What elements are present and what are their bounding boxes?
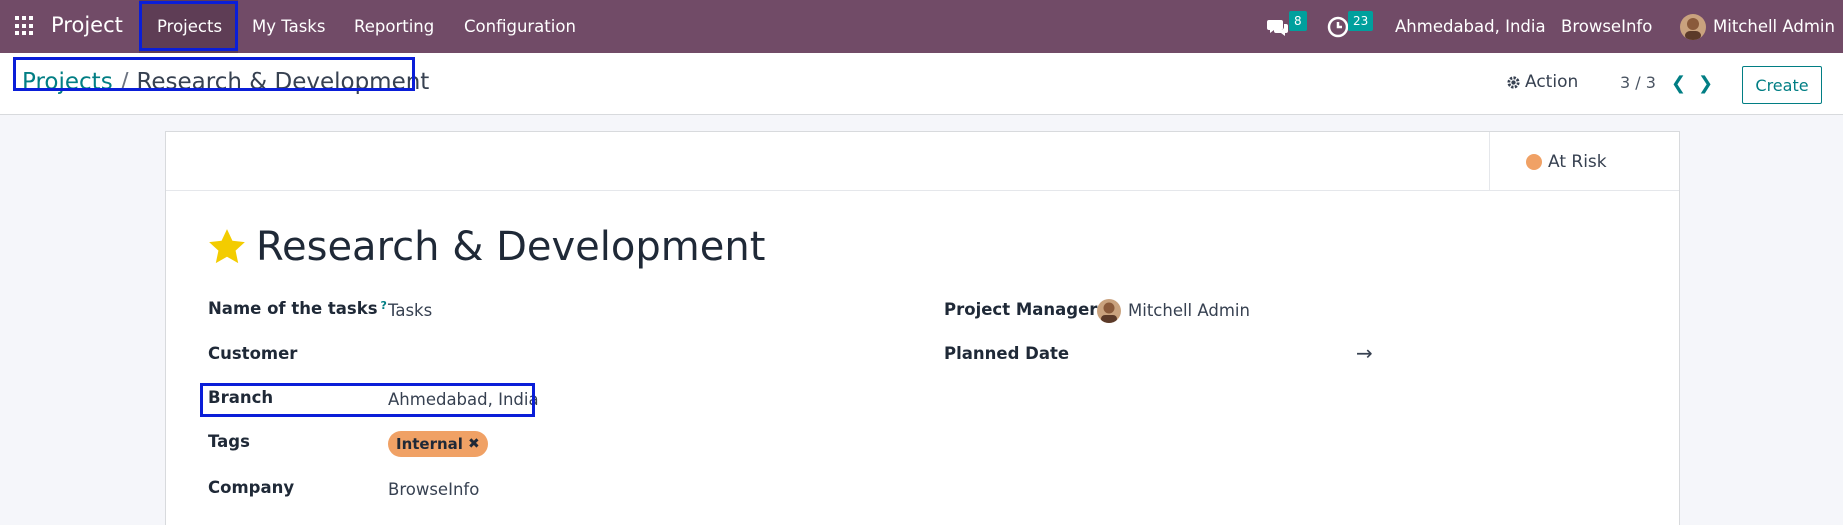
favorite-star-icon[interactable] xyxy=(206,226,248,268)
action-button[interactable]: Action xyxy=(1506,72,1578,92)
name-of-tasks-label: Name of the tasks? xyxy=(208,299,387,318)
project-manager-label: Project Manager xyxy=(944,300,1098,319)
company-field[interactable]: BrowseInfo xyxy=(388,480,479,499)
gear-icon xyxy=(1507,75,1520,89)
name-of-tasks-field[interactable]: Tasks xyxy=(388,301,432,320)
app-name[interactable]: Project xyxy=(51,13,123,37)
tag-internal-label: Internal xyxy=(396,435,463,453)
customer-label: Customer xyxy=(208,344,298,363)
company-switcher[interactable]: BrowseInfo xyxy=(1561,17,1652,36)
title-row: Research & Development xyxy=(206,224,765,270)
control-panel: Projects / Research & Development Action 3… xyxy=(0,53,1843,115)
date-range-arrow-icon: → xyxy=(1356,341,1373,365)
pager-previous-icon[interactable]: ❮ xyxy=(1671,73,1686,94)
tags-label: Tags xyxy=(208,432,250,451)
planned-date-label: Planned Date xyxy=(944,344,1070,363)
pager-next-icon[interactable]: ❯ xyxy=(1698,73,1713,94)
tag-internal[interactable]: Internal ✖ xyxy=(388,431,488,457)
status-label: At Risk xyxy=(1548,151,1607,172)
name-of-tasks-label-text: Name of the tasks xyxy=(208,299,378,318)
pager-value[interactable]: 3 / 3 xyxy=(1620,73,1656,92)
menu-my-tasks[interactable]: My Tasks xyxy=(252,17,325,36)
project-title[interactable]: Research & Development xyxy=(256,224,765,270)
menu-reporting[interactable]: Reporting xyxy=(354,17,434,36)
project-status-button[interactable]: At Risk xyxy=(1489,132,1679,191)
apps-menu-icon[interactable] xyxy=(15,16,35,36)
user-avatar[interactable] xyxy=(1680,14,1706,40)
top-navbar: Project Projects My Tasks Reporting Conf… xyxy=(0,0,1843,53)
user-menu[interactable]: Mitchell Admin xyxy=(1713,17,1835,36)
activities-badge: 23 xyxy=(1348,11,1374,31)
activity-clock-icon[interactable] xyxy=(1326,15,1350,39)
messages-icon[interactable] xyxy=(1266,15,1290,39)
highlight-box-breadcrumb xyxy=(13,57,415,91)
messages-badge: 8 xyxy=(1289,11,1307,31)
form-sheet: At Risk Research & Development Name of t… xyxy=(165,131,1680,525)
highlight-box-projects-menu xyxy=(139,1,238,51)
tag-remove-icon[interactable]: ✖ xyxy=(468,436,480,452)
status-dot-icon xyxy=(1526,153,1542,170)
create-button[interactable]: Create xyxy=(1742,66,1822,104)
branch-switcher[interactable]: Ahmedabad, India xyxy=(1395,17,1546,36)
action-label: Action xyxy=(1525,72,1579,92)
help-tooltip-icon[interactable]: ? xyxy=(381,299,387,312)
menu-configuration[interactable]: Configuration xyxy=(464,17,576,36)
project-manager-field[interactable]: Mitchell Admin xyxy=(1128,301,1250,320)
project-manager-avatar xyxy=(1097,299,1121,323)
company-label: Company xyxy=(208,478,295,497)
highlight-box-branch xyxy=(200,383,535,417)
customer-field[interactable] xyxy=(388,342,688,366)
status-bar: At Risk xyxy=(166,132,1679,191)
